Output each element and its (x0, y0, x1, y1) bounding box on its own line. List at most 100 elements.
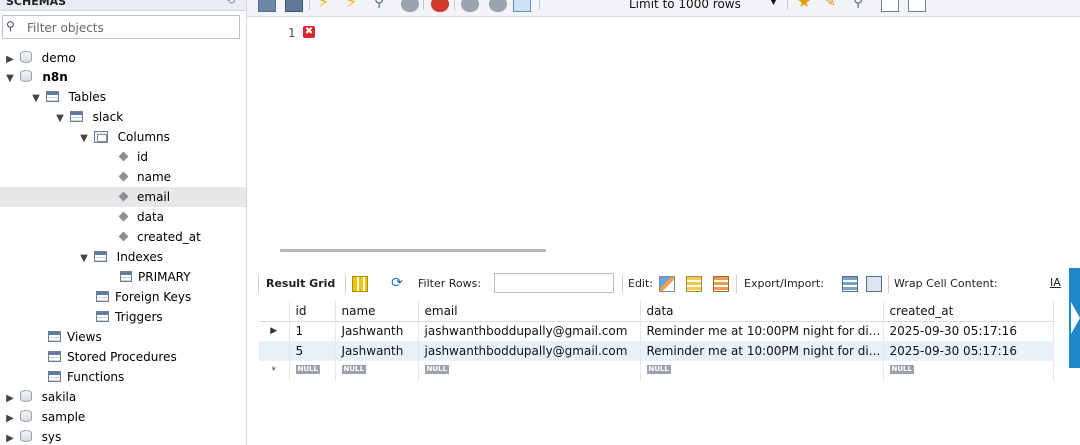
result-side-panel-tab[interactable] (1069, 268, 1080, 368)
cell-id[interactable]: 1 (289, 321, 336, 341)
error-marker-icon[interactable]: ✖ (303, 26, 315, 38)
find-replace-icon[interactable]: ⚲ (853, 0, 871, 12)
column-header-email[interactable]: email (418, 301, 641, 322)
cell-data[interactable]: Reminder me at 10:00PM night for di... (640, 341, 884, 361)
tree-column-email[interactable]: email (0, 187, 246, 207)
collapse-arrow-icon[interactable]: ▼ (78, 249, 90, 269)
tree-label: Functions (67, 370, 125, 384)
refresh-icon[interactable]: ⟳ (389, 276, 405, 292)
schema-n8n[interactable]: ▼ n8n (4, 67, 68, 87)
commit-icon[interactable] (461, 0, 479, 12)
schema-navigator: SCHEMAS ⟲ ⚲ ▶ demo ▼ n8n ▼ Tables ▼ slac… (0, 0, 247, 445)
cell-created-at[interactable]: 2025-09-30 05:17:16 (883, 341, 1054, 361)
tree-triggers[interactable]: Triggers (96, 307, 163, 327)
null-badge: NULL (341, 365, 366, 374)
cell-name[interactable]: Jashwanth (335, 321, 419, 341)
tree-label: email (137, 190, 171, 204)
column-header-name[interactable]: name (335, 301, 419, 322)
column-icon (118, 171, 129, 182)
collapse-arrow-icon[interactable]: ▼ (78, 129, 90, 149)
edit-label: Edit: (628, 277, 654, 290)
new-row[interactable]: * NULL NULL NULL NULL NULL (259, 361, 1054, 381)
toolbar-divider (539, 0, 540, 10)
cell-created-at[interactable]: 2025-09-30 05:17:16 (883, 321, 1054, 341)
tree-label: name (137, 170, 172, 184)
execute-current-icon[interactable]: ⚡ (346, 0, 364, 12)
cell-data[interactable]: Reminder me at 10:00PM night for di... (640, 321, 884, 341)
pane-splitter[interactable] (280, 249, 546, 252)
tree-functions[interactable]: Functions (48, 367, 124, 387)
null-badge: NULL (646, 365, 671, 374)
beautify-icon[interactable]: ✎ (824, 0, 842, 12)
schema-sample[interactable]: ▶ sample (4, 407, 85, 427)
database-icon (19, 51, 32, 64)
column-header-created-at[interactable]: created_at (883, 301, 1054, 322)
wrap-cell-icon[interactable]: IA (1050, 276, 1061, 289)
filter-objects-box[interactable]: ⚲ (2, 15, 240, 39)
expand-arrow-icon[interactable]: ▶ (4, 389, 16, 409)
refresh-icon[interactable]: ⟲ (226, 0, 235, 7)
indexes-folder-icon (93, 251, 107, 262)
tree-column-data[interactable]: data (118, 207, 164, 227)
toolbar-divider (345, 275, 346, 293)
stop-query-icon[interactable] (401, 0, 419, 12)
table-row[interactable]: 5 Jashwanth jashwanthboddupally@gmail.co… (259, 341, 1054, 361)
tree-column-created-at[interactable]: created_at (118, 227, 201, 247)
tree-foreign-keys[interactable]: Foreign Keys (96, 287, 191, 307)
cell-id-null[interactable]: NULL (289, 361, 336, 381)
filter-objects-input[interactable] (25, 18, 234, 38)
schema-demo[interactable]: ▶ demo (4, 48, 76, 68)
cell-email-null[interactable]: NULL (418, 361, 641, 381)
expand-arrow-icon[interactable]: ▶ (4, 429, 16, 445)
tree-views[interactable]: Views (48, 327, 102, 347)
execute-icon[interactable]: ⚡ (318, 0, 336, 12)
save-icon[interactable] (285, 0, 303, 12)
tree-table-slack[interactable]: ▼ slack (54, 107, 123, 127)
limit-rows-select[interactable]: Limit to 1000 rows (629, 0, 741, 11)
tree-stored-procedures[interactable]: Stored Procedures (48, 347, 177, 367)
cell-name[interactable]: Jashwanth (335, 341, 419, 361)
tree-indexes[interactable]: ▼ Indexes (78, 247, 163, 267)
add-row-icon[interactable] (686, 276, 702, 292)
stop-on-error-icon[interactable] (431, 0, 449, 12)
tree-tables[interactable]: ▼ Tables (30, 87, 106, 107)
invisible-chars-icon[interactable] (881, 0, 899, 12)
import-icon[interactable] (866, 276, 882, 292)
edit-cell-icon[interactable] (659, 276, 675, 292)
cell-email[interactable]: jashwanthboddupally@gmail.com (418, 321, 641, 341)
column-selector-icon[interactable] (352, 276, 368, 292)
cell-created-at-null[interactable]: NULL (883, 361, 1054, 381)
collapse-arrow-icon[interactable]: ▼ (54, 109, 66, 129)
cell-email[interactable]: jashwanthboddupally@gmail.com (418, 341, 641, 361)
explain-icon[interactable]: ⚲ (374, 0, 392, 12)
autocommit-toggle-icon[interactable] (513, 0, 531, 12)
schema-sakila[interactable]: ▶ sakila (4, 387, 76, 407)
column-header-data[interactable]: data (640, 301, 884, 322)
open-file-icon[interactable] (258, 0, 276, 12)
collapse-arrow-icon[interactable]: ▼ (30, 89, 42, 109)
tree-columns[interactable]: ▼ Columns (78, 127, 170, 147)
rollback-icon[interactable] (489, 0, 507, 12)
chevron-down-icon[interactable]: ▼ (770, 0, 777, 7)
tree-column-id[interactable]: id (118, 147, 148, 167)
schema-label: sample (41, 410, 86, 424)
filter-rows-input[interactable] (494, 273, 614, 293)
expand-arrow-icon[interactable]: ▶ (4, 409, 16, 429)
tree-index-primary[interactable]: PRIMARY (120, 267, 191, 287)
cell-name-null[interactable]: NULL (335, 361, 419, 381)
cell-data-null[interactable]: NULL (640, 361, 884, 381)
delete-row-icon[interactable] (713, 276, 729, 292)
collapse-arrow-icon[interactable]: ▼ (4, 69, 16, 89)
export-icon[interactable] (842, 276, 858, 292)
result-grid-tab[interactable]: Result Grid (266, 277, 335, 290)
column-header-id[interactable]: id (289, 301, 336, 322)
word-wrap-icon[interactable] (908, 0, 926, 12)
row-marker-header (259, 301, 290, 322)
null-badge: NULL (889, 365, 914, 374)
schema-sys[interactable]: ▶ sys (4, 427, 61, 445)
sql-editor[interactable]: 1 ✖ (247, 17, 1080, 242)
add-snippet-icon[interactable]: ★ (797, 0, 815, 12)
cell-id[interactable]: 5 (289, 341, 336, 361)
tree-column-name[interactable]: name (118, 167, 172, 187)
table-row[interactable]: ▶ 1 Jashwanth jashwanthboddupally@gmail.… (259, 321, 1054, 341)
